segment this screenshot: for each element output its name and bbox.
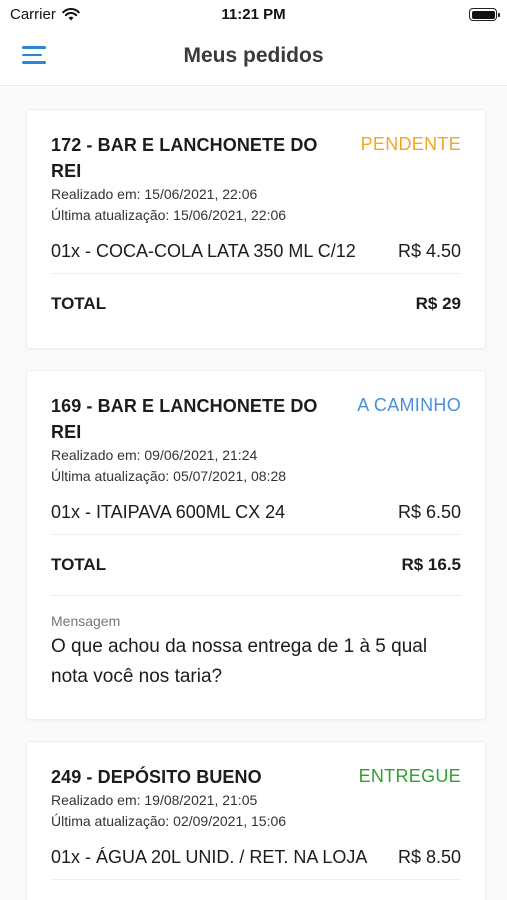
order-status-badge: PENDENTE (360, 134, 461, 154)
order-item-row: 01x - COCA-COLA LATA 350 ML C/12 R$ 4.50 (51, 230, 461, 274)
navigation-bar: Meus pedidos (0, 30, 507, 86)
total-value: R$ 16.5 (401, 555, 461, 574)
order-title: 249 - DEPÓSITO BUENO (51, 767, 262, 787)
order-header: 169 - BAR E LANCHONETE DO REI A CAMINHO … (51, 371, 461, 487)
order-total-row: TOTAL R$ 29 (51, 274, 461, 334)
order-created-date: Realizado em: 19/08/2021, 21:05 (51, 792, 258, 808)
status-bar: Carrier 11:21 PM (0, 0, 507, 30)
item-price: R$ 8.50 (397, 847, 461, 867)
battery-icon (469, 8, 500, 21)
message-label: Mensagem (51, 613, 121, 629)
order-title: 169 - BAR E LANCHONETE DO REI (51, 396, 318, 442)
order-created-date: Realizado em: 15/06/2021, 22:06 (51, 186, 258, 202)
order-created-date: Realizado em: 09/06/2021, 21:24 (51, 447, 258, 463)
total-label: TOTAL (51, 294, 107, 313)
item-description: 01x - ITAIPAVA 600ML CX 24 (51, 502, 286, 522)
order-item-row: 01x - ÁGUA 20L UNID. / RET. NA LOJA R$ 8… (51, 836, 461, 880)
item-price: R$ 6.50 (397, 502, 461, 522)
order-status-badge: A CAMINHO (357, 395, 461, 415)
order-item-row: 01x - ITAIPAVA 600ML CX 24 R$ 6.50 (51, 491, 461, 535)
battery-level (471, 10, 495, 19)
page-title: Meus pedidos (183, 44, 324, 67)
order-card[interactable]: 172 - BAR E LANCHONETE DO REI PENDENTE R… (26, 109, 486, 349)
order-header: 249 - DEPÓSITO BUENO ENTREGUE Realizado … (51, 742, 461, 832)
order-updated-date: Última atualização: 02/09/2021, 15:06 (51, 813, 287, 829)
order-status-badge: ENTREGUE (358, 766, 461, 786)
orders-list[interactable]: 172 - BAR E LANCHONETE DO REI PENDENTE R… (0, 87, 507, 900)
order-card[interactable]: 169 - BAR E LANCHONETE DO REI A CAMINHO … (26, 370, 486, 720)
order-header: 172 - BAR E LANCHONETE DO REI PENDENTE R… (51, 110, 461, 226)
total-label: TOTAL (51, 555, 107, 574)
item-description: 01x - COCA-COLA LATA 350 ML C/12 (51, 241, 356, 261)
order-updated-date: Última atualização: 05/07/2021, 08:28 (51, 468, 287, 484)
order-title: 172 - BAR E LANCHONETE DO REI (51, 135, 318, 181)
item-price: R$ 4.50 (397, 241, 461, 261)
message-text: O que achou da nossa entrega de 1 à 5 qu… (51, 636, 428, 687)
total-value: R$ 29 (415, 294, 461, 313)
status-time: 11:21 PM (221, 6, 286, 23)
order-card[interactable]: 249 - DEPÓSITO BUENO ENTREGUE Realizado … (26, 741, 486, 900)
item-description: 01x - ÁGUA 20L UNID. / RET. NA LOJA (51, 847, 368, 867)
order-updated-date: Última atualização: 15/06/2021, 22:06 (51, 207, 287, 223)
order-total-row: TOTAL R$ 16.5 (51, 535, 461, 595)
order-message: Mensagem O que achou da nossa entrega de… (51, 595, 461, 712)
